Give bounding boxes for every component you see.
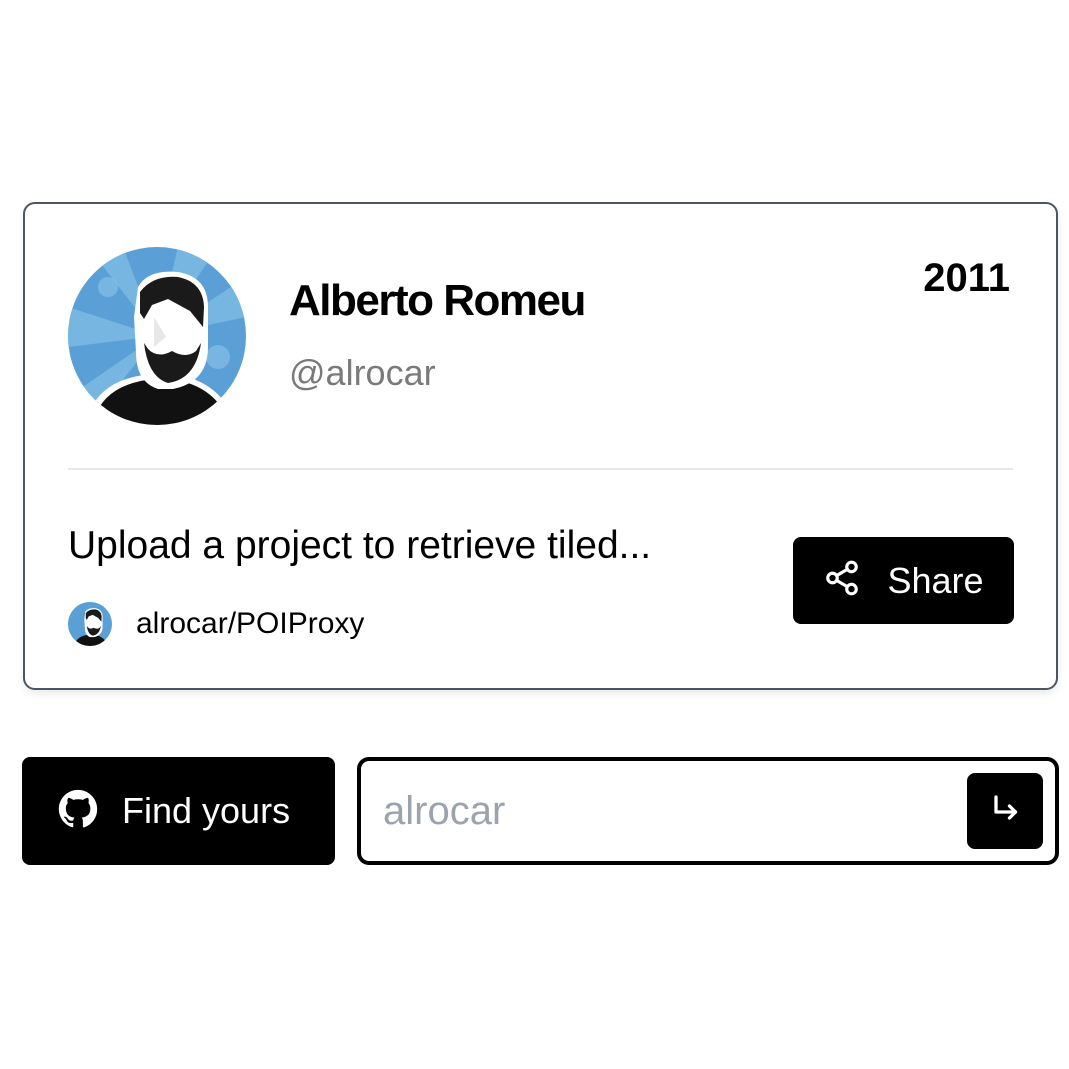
share-icon — [823, 559, 861, 602]
divider — [68, 468, 1013, 470]
profile-card: Alberto Romeu @alrocar 2011 Upload a pro… — [23, 202, 1058, 690]
find-yours-label: Find yours — [122, 790, 291, 831]
repo-avatar — [68, 602, 112, 646]
share-button[interactable]: Share — [793, 537, 1014, 624]
share-label: Share — [887, 559, 984, 601]
find-yours-button[interactable]: Find yours — [22, 757, 335, 865]
profile-name: Alberto Romeu — [289, 276, 586, 325]
submit-button[interactable] — [967, 773, 1043, 849]
profile-year: 2011 — [923, 256, 1010, 300]
search-box — [357, 757, 1059, 865]
username-input[interactable] — [383, 761, 943, 861]
github-icon — [58, 789, 98, 834]
project-description: Upload a project to retrieve tiled... — [68, 524, 652, 567]
repo-link[interactable]: alrocar/POIProxy — [68, 602, 364, 646]
arrow-return-icon — [987, 791, 1023, 832]
repo-name[interactable]: alrocar/POIProxy — [136, 607, 364, 641]
profile-handle: @alrocar — [289, 352, 436, 393]
avatar — [68, 247, 246, 425]
